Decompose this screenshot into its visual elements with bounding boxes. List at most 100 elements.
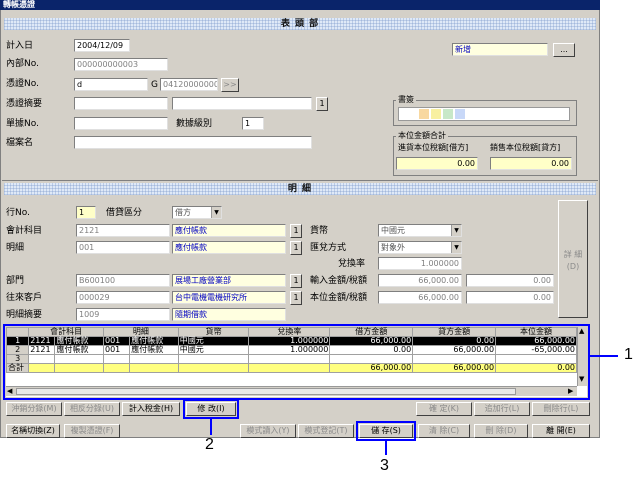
dept-code-field[interactable]: B600100 <box>76 274 170 287</box>
cell <box>129 354 179 364</box>
opposite-entry-button[interactable]: 相反分錄(U) <box>64 402 120 416</box>
window-title: 轉帳憑證 <box>0 0 600 10</box>
dc-select[interactable]: 借方 ▼ <box>172 206 222 219</box>
copy-voucher-button[interactable]: 複製憑證(F) <box>64 424 120 438</box>
cell <box>177 354 250 364</box>
voucher-no-field[interactable]: d <box>74 78 148 91</box>
detail-button[interactable]: 詳 細 (D) <box>558 200 588 318</box>
rate-type-label: 匯兌方式 <box>310 243 347 253</box>
chevron-down-icon[interactable]: ▼ <box>211 207 221 218</box>
vertical-scrollbar[interactable]: ▲ ▼ <box>577 327 587 386</box>
doc-no-field[interactable] <box>74 117 168 130</box>
voucher-code-field: 041200000003 <box>160 78 218 91</box>
rate-type-value: 對象外 <box>381 243 405 252</box>
clear-button[interactable]: 清 除(C) <box>418 424 470 438</box>
bookmark-4[interactable] <box>455 109 465 119</box>
load-template-button[interactable]: 模式讀入(Y) <box>240 424 296 438</box>
rate-type-select[interactable]: 對象外 ▼ <box>378 241 462 254</box>
dc-label: 借貸區分 <box>106 208 143 218</box>
in-tax-field: 0.00 <box>396 157 478 170</box>
books-bar <box>398 107 570 121</box>
modify-button[interactable]: 修 改(I) <box>186 402 236 416</box>
cell <box>54 363 104 373</box>
delete-button[interactable]: 刪 除(D) <box>474 424 528 438</box>
callout-2-line <box>210 419 212 435</box>
horizontal-scrollbar[interactable]: ◀ ▶ <box>6 386 577 396</box>
rate-field[interactable]: 1.000000 <box>378 257 462 270</box>
callout-2: 2 <box>205 436 214 453</box>
chevron-down-icon[interactable]: ▼ <box>451 225 461 236</box>
summary-field-2[interactable] <box>172 97 312 110</box>
add-tax-button[interactable]: 計入稅金(H) <box>122 402 180 416</box>
table-row[interactable]: 2 2121 應付帳款 001 應付帳款 中國元 1.000000 0.00 6… <box>6 345 577 355</box>
voucher-no-label: 憑證No. <box>6 79 39 89</box>
partner-lookup-button[interactable]: 1 <box>290 291 302 305</box>
callout-3: 3 <box>380 457 389 474</box>
detail-grid[interactable]: 會計科目 明細 貨幣 兌換率 借方金額 貸方金額 本位金額 1 2121 應付帳… <box>6 327 587 397</box>
scroll-right-icon[interactable]: ▶ <box>568 387 573 395</box>
summary-label: 憑證摘要 <box>6 99 43 109</box>
summary-field-1[interactable] <box>74 97 168 110</box>
count-field[interactable]: 1 <box>242 117 264 130</box>
bookmark-1[interactable] <box>419 109 429 119</box>
cell <box>28 363 56 373</box>
partner-label: 往來客戶 <box>6 293 43 303</box>
bookmark-3[interactable] <box>443 109 453 119</box>
currency-label: 貨幣 <box>310 226 329 236</box>
row-no-label: 行No. <box>6 208 30 218</box>
in-tax-amount-field[interactable]: 0.00 <box>466 274 554 287</box>
confirm-button[interactable]: 確 定(K) <box>416 402 472 416</box>
scroll-down-icon[interactable]: ▼ <box>579 375 584 383</box>
in-amount-field[interactable]: 66,000.00 <box>378 274 462 287</box>
sub-code-field[interactable]: 001 <box>76 241 170 254</box>
toggle-name-button[interactable]: 名稱切換(Z) <box>6 424 60 438</box>
sum-base: 0.00 <box>495 363 577 373</box>
voucher-g-label: G <box>151 80 158 90</box>
status-field: 新增 <box>452 43 548 56</box>
delete-row-button[interactable]: 刪除行(L) <box>532 402 590 416</box>
status-more-button[interactable]: ... <box>553 43 575 57</box>
memo-code-field[interactable]: 1009 <box>76 308 170 321</box>
cell: 0.00 <box>329 345 414 355</box>
scroll-thumb[interactable] <box>16 388 516 395</box>
account-lookup-button[interactable]: 1 <box>290 224 302 238</box>
cell: 應付帳款 <box>129 345 179 355</box>
memo-label: 明細摘要 <box>6 310 43 320</box>
exit-button[interactable]: 離 開(E) <box>532 424 590 438</box>
chevron-down-icon[interactable]: ▼ <box>451 242 461 253</box>
entry-date-field[interactable]: 2004/12/09 <box>74 39 130 52</box>
reverse-entry-button[interactable]: 沖銷分錄(M) <box>6 402 62 416</box>
sub-label: 明細 <box>6 243 25 253</box>
account-label: 會計科目 <box>6 226 43 236</box>
add-row-button[interactable]: 追加行(L) <box>474 402 530 416</box>
dept-lookup-button[interactable]: 1 <box>290 274 302 288</box>
detail-banner: 明 細 <box>4 183 596 195</box>
file-field[interactable] <box>74 136 312 149</box>
summary-lookup-button[interactable]: 1 <box>316 97 328 111</box>
scroll-left-icon[interactable]: ◀ <box>7 387 12 395</box>
account-code-field[interactable]: 2121 <box>76 224 170 237</box>
currency-value: 中國元 <box>381 226 405 235</box>
cell: 1.000000 <box>248 345 331 355</box>
voucher-next-button[interactable]: >> <box>221 78 239 92</box>
scroll-up-icon[interactable]: ▲ <box>579 327 584 335</box>
partner-code-field[interactable]: 000029 <box>76 291 170 304</box>
save-button[interactable]: 儲 存(S) <box>359 424 413 438</box>
currency-select[interactable]: 中國元 ▼ <box>378 224 462 237</box>
sub-name-field: 應付帳款 <box>172 241 286 254</box>
cell <box>129 363 179 373</box>
callout-1-line <box>590 355 618 357</box>
partner-name-field: 台中電機電機研究所 <box>172 291 286 304</box>
books-title: 書簽 <box>396 95 416 105</box>
cell <box>102 363 131 373</box>
cell: 001 <box>102 345 131 355</box>
cell <box>248 363 331 373</box>
save-template-button[interactable]: 模式登記(T) <box>298 424 354 438</box>
sum-credit: 66,000.00 <box>412 363 497 373</box>
base-tax-field: 0.00 <box>466 291 554 304</box>
cell: 中國元 <box>177 345 250 355</box>
doc-no-label: 單據No. <box>6 119 39 129</box>
row-no-field[interactable]: 1 <box>76 206 96 219</box>
bookmark-2[interactable] <box>431 109 441 119</box>
sub-lookup-button[interactable]: 1 <box>290 241 302 255</box>
